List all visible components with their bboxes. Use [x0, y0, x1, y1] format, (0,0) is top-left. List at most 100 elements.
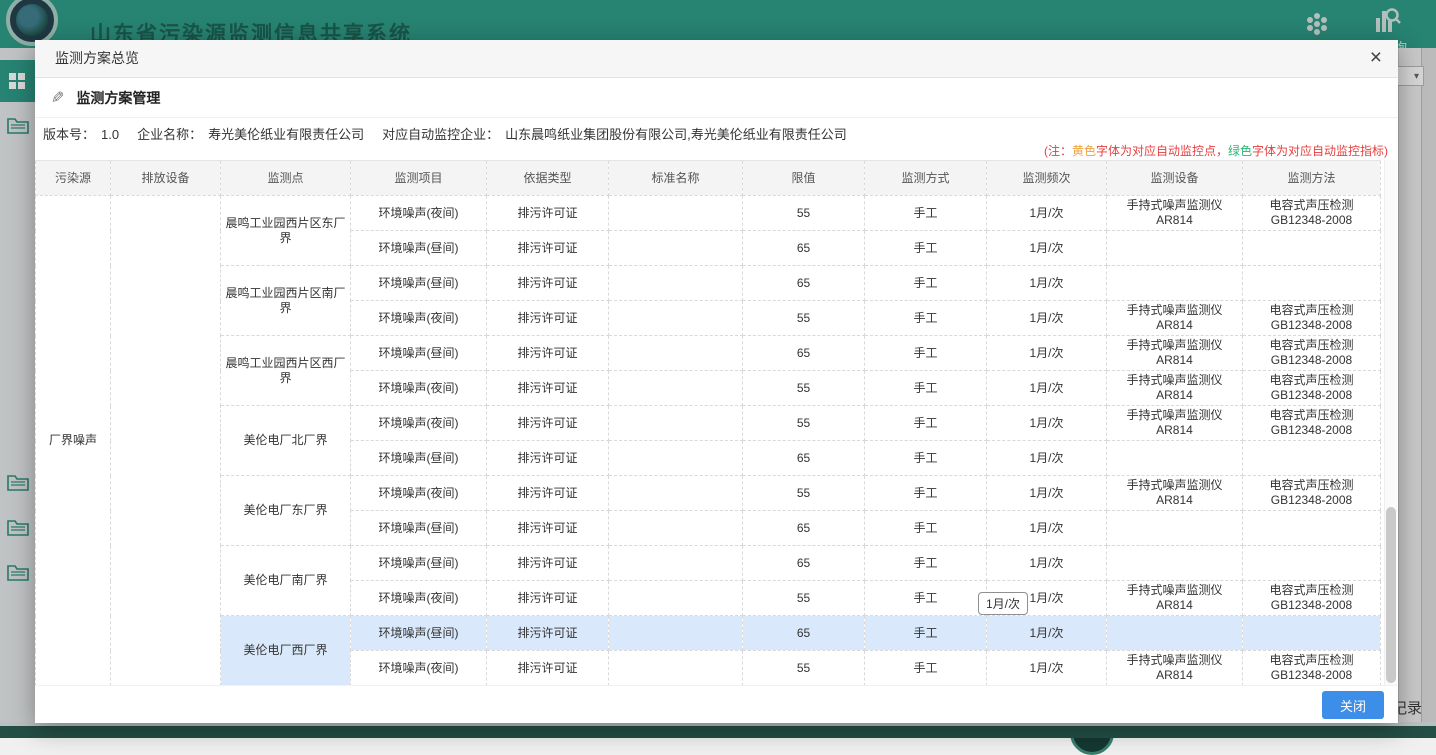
detection-method-cell [1243, 511, 1381, 546]
limit-value-cell: 55 [743, 371, 865, 406]
monitor-device-cell: 手持式噪声监测仪 AR814 [1107, 651, 1243, 686]
monitor-device-cell [1107, 546, 1243, 581]
detection-method-cell: 电容式声压检测 GB12348-2008 [1243, 581, 1381, 616]
legend-note: (注：黄色字体为对应自动监控点，绿色字体为对应自动监控指标) [35, 144, 1398, 160]
standard-name-cell [609, 196, 743, 231]
detection-method-cell: 电容式声压检测 GB12348-2008 [1243, 196, 1381, 231]
monitor-frequency-cell: 1月/次 [987, 546, 1107, 581]
monitor-frequency-cell: 1月/次 [987, 301, 1107, 336]
limit-value-cell: 65 [743, 511, 865, 546]
basis-type-cell: 排污许可证 [487, 301, 609, 336]
limit-value-cell: 55 [743, 476, 865, 511]
monitor-item-cell: 环境噪声(夜间) [351, 581, 487, 616]
discharge-device-cell [111, 196, 221, 686]
monitor-method-cell: 手工 [865, 231, 987, 266]
plan-info-row: 版本号：1.0企业名称：寿光美伦纸业有限责任公司对应自动监控企业：山东晨鸣纸业集… [35, 118, 1398, 144]
monitor-item-cell: 环境噪声(夜间) [351, 301, 487, 336]
note-green-desc: 字体为对应自动监控指标) [1252, 144, 1388, 158]
standard-name-cell [609, 371, 743, 406]
column-header: 限值 [743, 161, 865, 196]
monitor-item-cell: 环境噪声(夜间) [351, 651, 487, 686]
detection-method-cell: 电容式声压检测 GB12348-2008 [1243, 301, 1381, 336]
limit-value-cell: 65 [743, 546, 865, 581]
monitor-method-cell: 手工 [865, 441, 987, 476]
table-row[interactable]: 晨鸣工业园西片区南厂界环境噪声(昼间)排污许可证65手工1月/次 [36, 266, 1381, 301]
detection-method-cell [1243, 616, 1381, 651]
monitor-frequency-cell: 1月/次 [987, 511, 1107, 546]
monitor-device-cell [1107, 231, 1243, 266]
basis-type-cell: 排污许可证 [487, 581, 609, 616]
column-header: 依据类型 [487, 161, 609, 196]
table-row[interactable]: 美伦电厂东厂界环境噪声(夜间)排污许可证55手工1月/次手持式噪声监测仪 AR8… [36, 476, 1381, 511]
monitor-frequency-cell: 1月/次 [987, 266, 1107, 301]
detection-method-cell: 电容式声压检测 GB12348-2008 [1243, 371, 1381, 406]
detection-method-cell [1243, 546, 1381, 581]
version-value: 1.0 [101, 127, 119, 142]
monitor-point-cell: 美伦电厂南厂界 [221, 546, 351, 616]
pollution-source-cell: 厂界噪声 [36, 196, 111, 686]
monitor-item-cell: 环境噪声(昼间) [351, 336, 487, 371]
version-label: 版本号： [43, 127, 95, 142]
table-row[interactable]: 美伦电厂西厂界环境噪声(昼间)排污许可证65手工1月/次 [36, 616, 1381, 651]
scrollbar-thumb[interactable] [1386, 507, 1396, 683]
standard-name-cell [609, 266, 743, 301]
table-row[interactable]: 美伦电厂南厂界环境噪声(昼间)排污许可证65手工1月/次 [36, 546, 1381, 581]
close-button[interactable]: 关闭 [1322, 691, 1384, 719]
column-header: 监测设备 [1107, 161, 1243, 196]
modal-header: 监测方案总览 × [35, 40, 1398, 78]
monitor-method-cell: 手工 [865, 511, 987, 546]
standard-name-cell [609, 546, 743, 581]
table-row[interactable]: 晨鸣工业园西片区西厂界环境噪声(昼间)排污许可证65手工1月/次手持式噪声监测仪… [36, 336, 1381, 371]
monitor-frequency-cell: 1月/次 [987, 196, 1107, 231]
column-header: 监测项目 [351, 161, 487, 196]
monitor-device-cell [1107, 616, 1243, 651]
monitor-frequency-cell: 1月/次 [987, 336, 1107, 371]
monitor-method-cell: 手工 [865, 546, 987, 581]
monitor-method-cell: 手工 [865, 266, 987, 301]
table-scrollbar[interactable] [1384, 160, 1397, 685]
pen-icon: ✎ [51, 88, 64, 108]
auto-company-label: 对应自动监控企业： [382, 127, 499, 142]
monitor-method-cell: 手工 [865, 581, 987, 616]
modal-title: 监测方案总览 [35, 40, 1398, 77]
monitor-point-cell: 美伦电厂东厂界 [221, 476, 351, 546]
standard-name-cell [609, 336, 743, 371]
modal-footer: 关闭 [35, 685, 1398, 723]
section-bar: ✎ 监测方案管理 [35, 78, 1398, 118]
monitor-method-cell: 手工 [865, 301, 987, 336]
monitoring-plan-table: 污染源排放设备监测点监测项目依据类型标准名称限值监测方式监测频次监测设备监测方法… [35, 160, 1381, 686]
standard-name-cell [609, 231, 743, 266]
monitor-device-cell: 手持式噪声监测仪 AR814 [1107, 406, 1243, 441]
monitor-method-cell: 手工 [865, 371, 987, 406]
basis-type-cell: 排污许可证 [487, 651, 609, 686]
monitor-item-cell: 环境噪声(夜间) [351, 476, 487, 511]
frequency-tooltip: 1月/次 [978, 592, 1028, 615]
limit-value-cell: 55 [743, 651, 865, 686]
limit-value-cell: 55 [743, 581, 865, 616]
table-row[interactable]: 美伦电厂北厂界环境噪声(夜间)排污许可证55手工1月/次手持式噪声监测仪 AR8… [36, 406, 1381, 441]
monitor-item-cell: 环境噪声(昼间) [351, 511, 487, 546]
limit-value-cell: 65 [743, 231, 865, 266]
monitoring-plan-modal: 监测方案总览 × ✎ 监测方案管理 版本号：1.0企业名称：寿光美伦纸业有限责任… [35, 40, 1398, 723]
note-yellow-desc: 字体为对应自动监控点， [1096, 144, 1228, 158]
table-row[interactable]: 厂界噪声晨鸣工业园西片区东厂界环境噪声(夜间)排污许可证55手工1月/次手持式噪… [36, 196, 1381, 231]
monitor-device-cell: 手持式噪声监测仪 AR814 [1107, 336, 1243, 371]
note-yellow-word: 黄色 [1072, 144, 1096, 158]
close-icon[interactable]: × [1370, 46, 1382, 70]
monitor-device-cell: 手持式噪声监测仪 AR814 [1107, 196, 1243, 231]
basis-type-cell: 排污许可证 [487, 616, 609, 651]
basis-type-cell: 排污许可证 [487, 441, 609, 476]
monitor-frequency-cell: 1月/次 [987, 651, 1107, 686]
monitor-item-cell: 环境噪声(夜间) [351, 196, 487, 231]
detection-method-cell [1243, 441, 1381, 476]
basis-type-cell: 排污许可证 [487, 476, 609, 511]
monitor-point-cell: 晨鸣工业园西片区南厂界 [221, 266, 351, 336]
monitor-point-cell: 美伦电厂北厂界 [221, 406, 351, 476]
monitor-device-cell: 手持式噪声监测仪 AR814 [1107, 581, 1243, 616]
column-header: 监测方式 [865, 161, 987, 196]
standard-name-cell [609, 651, 743, 686]
basis-type-cell: 排污许可证 [487, 231, 609, 266]
monitor-method-cell: 手工 [865, 476, 987, 511]
basis-type-cell: 排污许可证 [487, 511, 609, 546]
monitor-point-cell: 晨鸣工业园西片区东厂界 [221, 196, 351, 266]
